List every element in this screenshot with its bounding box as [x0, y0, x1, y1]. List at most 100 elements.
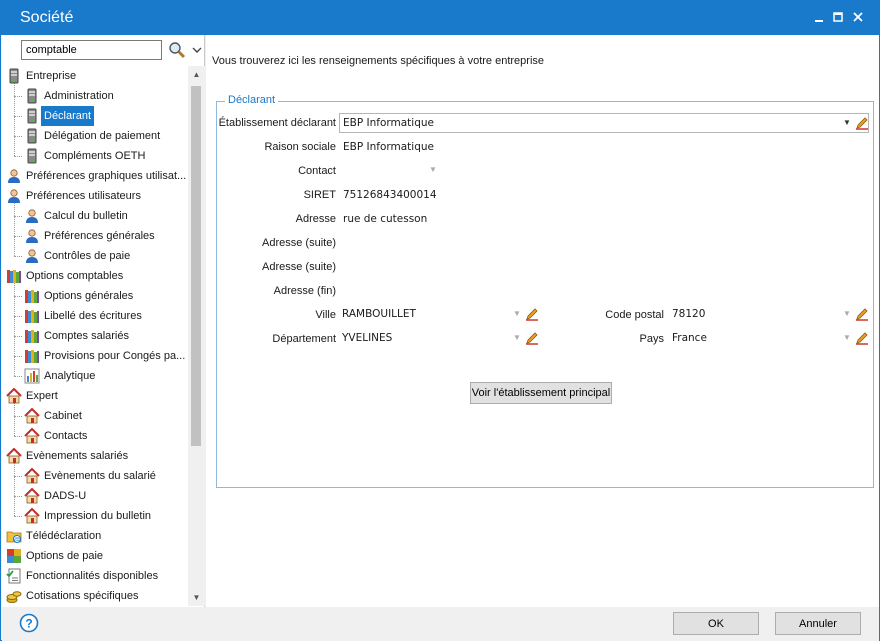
tree-item[interactable]: Préférences utilisateurs: [2, 186, 188, 206]
tree-item[interactable]: Analytique: [2, 366, 188, 386]
help-icon[interactable]: ?: [19, 613, 39, 633]
intro-text: Vous trouverez ici les renseignements sp…: [212, 55, 545, 67]
books-icon: [24, 308, 40, 324]
ok-button[interactable]: OK: [673, 612, 759, 635]
books-icon: [24, 348, 40, 364]
house-icon: [24, 467, 40, 484]
coins-icon: [6, 588, 22, 604]
tree-item[interactable]: Contacts: [2, 426, 188, 446]
scroll-down-icon[interactable]: ▼: [188, 589, 205, 606]
tree-item-label: Evènements salariés: [26, 450, 129, 462]
tree-item[interactable]: Compléments OETH: [2, 146, 188, 166]
edit-pencil-icon[interactable]: [525, 331, 539, 345]
tree-item-label: Contrôles de paie: [44, 250, 131, 262]
tree-item[interactable]: Cabinet: [2, 406, 188, 426]
departement-label: Département: [272, 333, 336, 345]
tree-item[interactable]: Impression du bulletin: [2, 506, 188, 526]
tree-item[interactable]: Préférences graphiques utilisat...: [2, 166, 188, 186]
ville-combo[interactable]: RAMBOUILLET ▼: [339, 305, 539, 325]
code-postal-combo[interactable]: 78120 ▼: [669, 305, 869, 325]
chevron-down-icon[interactable]: ▼: [843, 309, 851, 318]
tree-item[interactable]: Expert: [2, 386, 188, 406]
tree-item[interactable]: Cotisations spécifiques: [2, 586, 188, 606]
chevron-down-icon[interactable]: ▼: [513, 333, 521, 342]
tree-item[interactable]: DADS-U: [2, 486, 188, 506]
tree-item-label: Contacts: [44, 430, 88, 442]
tree-item-label: Evènements du salarié: [44, 470, 156, 482]
window-title: Société: [20, 9, 74, 26]
tree-item[interactable]: Options générales: [2, 286, 188, 306]
close-icon[interactable]: [851, 10, 865, 24]
contact-combo[interactable]: ▼: [339, 161, 441, 181]
cancel-button[interactable]: Annuler: [775, 612, 861, 635]
adresse-fin-label: Adresse (fin): [273, 285, 336, 297]
etablissement-combo[interactable]: EBP Informatique ▼: [339, 113, 869, 133]
tree-connector: [14, 136, 22, 137]
minimize-icon[interactable]: [812, 10, 826, 24]
adresse-value[interactable]: rue de cutesson: [343, 213, 427, 225]
tree-item-label: Entreprise: [26, 70, 77, 82]
edit-pencil-icon[interactable]: [525, 307, 539, 321]
view-main-establishment-button[interactable]: Voir l'établissement principal: [470, 382, 612, 404]
tree-item[interactable]: Libellé des écritures: [2, 306, 188, 326]
edit-pencil-icon[interactable]: [855, 307, 869, 321]
raison-sociale-label: Raison sociale: [264, 141, 336, 153]
chevron-down-icon[interactable]: ▼: [843, 118, 851, 127]
siret-value[interactable]: 75126843400014: [343, 189, 437, 201]
chevron-down-icon[interactable]: ▼: [429, 165, 437, 174]
tree-item[interactable]: @ Télédéclaration: [2, 526, 188, 546]
pays-combo[interactable]: France ▼: [669, 329, 869, 349]
tree-item[interactable]: Evènements du salarié: [2, 466, 188, 486]
edit-pencil-icon[interactable]: [855, 116, 869, 130]
title-bar[interactable]: Société: [1, 1, 879, 35]
checklist-icon: [6, 568, 22, 584]
tree-item-label: Libellé des écritures: [44, 310, 142, 322]
tree-scrollbar[interactable]: ▲ ▼: [188, 66, 205, 606]
bar-chart-icon: [24, 368, 40, 384]
tree-item[interactable]: Déclarant: [2, 106, 188, 126]
dialog-window: Société Entreprise Administration Déclaran…: [0, 0, 880, 641]
tree-item-label: Compléments OETH: [44, 150, 146, 162]
tree-item[interactable]: Délégation de paiement: [2, 126, 188, 146]
house-icon: [24, 507, 40, 524]
search-icon[interactable]: [168, 41, 186, 59]
chevron-down-icon[interactable]: ▼: [513, 309, 521, 318]
raison-sociale-value[interactable]: EBP Informatique: [343, 141, 434, 153]
tree-item-label: Préférences utilisateurs: [26, 190, 141, 202]
tree-item[interactable]: Fonctionnalités disponibles: [2, 566, 188, 586]
tree-item[interactable]: Administration: [2, 86, 188, 106]
chevron-down-icon[interactable]: ▼: [843, 333, 851, 342]
chevron-down-icon[interactable]: [192, 45, 202, 55]
folder-at-icon: @: [6, 528, 22, 544]
group-title: Déclarant: [225, 94, 279, 106]
ville-label: Ville: [315, 309, 336, 321]
tree-item-label: Comptes salariés: [44, 330, 129, 342]
server-icon: [24, 108, 40, 124]
tree-item[interactable]: Provisions pour Congés pa...: [2, 346, 188, 366]
tree-connector: [14, 336, 22, 337]
tree-item[interactable]: Contrôles de paie: [2, 246, 188, 266]
scroll-up-icon[interactable]: ▲: [188, 66, 205, 83]
tree-item[interactable]: Evènements salariés: [2, 446, 188, 466]
departement-combo[interactable]: YVELINES ▼: [339, 329, 539, 349]
search-input[interactable]: [21, 40, 162, 60]
tree-item[interactable]: Entreprise: [2, 66, 188, 86]
maximize-icon[interactable]: [831, 10, 845, 24]
scrollbar-thumb[interactable]: [191, 86, 201, 446]
code-postal-label: Code postal: [605, 309, 664, 321]
tree-item[interactable]: Options de paie: [2, 546, 188, 566]
tree-item[interactable]: Options comptables: [2, 266, 188, 286]
tree-item[interactable]: Comptes salariés: [2, 326, 188, 346]
tree-item[interactable]: Calcul du bulletin: [2, 206, 188, 226]
detail-pane: Vous trouverez ici les renseignements sp…: [206, 35, 879, 607]
tree-item-label: Télédéclaration: [26, 530, 102, 542]
tree-connector: [14, 516, 22, 517]
departement-value: YVELINES: [342, 332, 393, 344]
code-postal-value: 78120: [672, 308, 706, 320]
tree-item[interactable]: Préférences générales: [2, 226, 188, 246]
edit-pencil-icon[interactable]: [855, 331, 869, 345]
user-icon: [24, 208, 40, 224]
tree-connector: [14, 216, 22, 217]
tree-connector: [14, 316, 22, 317]
tree-connector: [14, 236, 22, 237]
